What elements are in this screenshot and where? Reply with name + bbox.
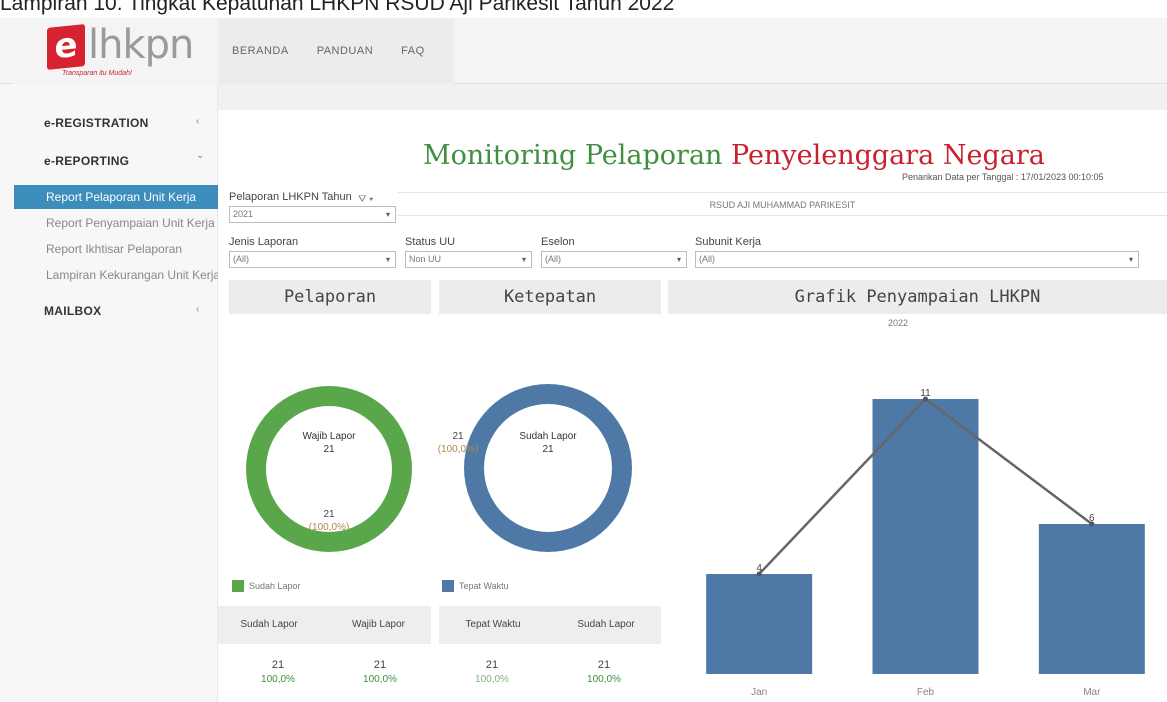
top-bar: e lhkpn Transparan itu Mudah! BERANDA PA…	[0, 18, 1167, 84]
chart-year-label: 2022	[888, 318, 909, 328]
table-header-ketepatan: Tepat Waktu Sudah Lapor	[439, 606, 661, 644]
filter-status-value: Non UU	[409, 254, 442, 264]
document-caption: Lampiran 10. Tingkat Kepatuhan LHKPN RSU…	[0, 0, 675, 15]
panel-title-ketepatan: Ketepatan	[439, 280, 661, 314]
filter-status-select[interactable]: Non UU ▾	[405, 251, 532, 268]
tick-label: Jan	[751, 687, 767, 698]
table-header-cell: Wajib Lapor	[352, 619, 405, 630]
title-part-red: Penyelenggara Negara	[731, 140, 1045, 171]
donut-pelaporan-ring-label: 21 (100,0%)	[299, 508, 359, 534]
table-value: 21	[271, 659, 285, 671]
chevron-left-icon[interactable]: ‹	[196, 116, 199, 127]
filter-eselon-value: (All)	[545, 254, 561, 264]
filter-subunit-select[interactable]: (All) ▾	[695, 251, 1139, 268]
filter-eselon-label: Eselon	[541, 236, 575, 248]
table-percent: 100,0%	[475, 674, 509, 685]
filter-tahun-value: 2021	[233, 209, 254, 219]
donut-ketepatan-ring-label: 21 (100,0%)	[430, 430, 486, 456]
table-percent: 100,0%	[587, 674, 621, 685]
filter-jenis-label: Jenis Laporan	[229, 236, 299, 248]
sidebar-item-lampiran-kekurangan[interactable]: Lampiran Kekurangan Unit Kerja	[40, 263, 218, 287]
filter-subunit-value: (All)	[699, 254, 715, 264]
legend-swatch-blue	[442, 580, 454, 592]
filter-status-label: Status UU	[405, 236, 456, 248]
tick-label: Mar	[1083, 687, 1101, 698]
trend-point-jan	[756, 571, 762, 577]
table-header-cell: Sudah Lapor	[240, 619, 298, 630]
main-nav: BERANDA PANDUAN FAQ	[218, 18, 454, 84]
filter-eselon-select[interactable]: (All) ▾	[541, 251, 687, 268]
content-header-strip	[218, 84, 1167, 110]
trend-point-feb	[923, 396, 928, 402]
dashboard-title: Monitoring Pelaporan Penyelenggara Negar…	[423, 140, 1045, 171]
ring-percent: (100,0%)	[437, 444, 479, 455]
nav-beranda[interactable]: BERANDA	[232, 45, 289, 57]
legend-sudah-lapor: Sudah Lapor	[249, 581, 301, 591]
bar-feb[interactable]	[872, 399, 979, 674]
nav-faq[interactable]: FAQ	[401, 45, 425, 57]
legend-swatch-green	[232, 580, 244, 592]
logo-wordmark: lhkpn	[88, 22, 194, 68]
tick-label: Feb	[917, 687, 935, 698]
dropdown-arrow-icon: ▾	[385, 255, 390, 264]
sidebar-section-mailbox[interactable]: MAILBOX	[44, 304, 101, 318]
table-percent: 100,0%	[363, 674, 397, 685]
table-value: 21	[485, 659, 499, 671]
legend-tepat-waktu: Tepat Waktu	[459, 581, 509, 591]
ring-value: 21	[323, 509, 335, 520]
logo-tagline: Transparan itu Mudah!	[62, 70, 132, 77]
table-value: 21	[597, 659, 611, 671]
unit-name-banner: RSUD AJI MUHAMMAD PARIKESIT	[398, 192, 1167, 216]
sidebar: e-REGISTRATION ‹ e-REPORTING ⌄ Report Pe…	[0, 84, 218, 702]
filter-jenis-select[interactable]: (All) ▾	[229, 251, 396, 268]
sidebar-section-e-reporting[interactable]: e-REPORTING	[44, 154, 129, 168]
data-pull-date: Penarikan Data per Tanggal : 17/01/2023 …	[902, 172, 1104, 182]
filter-subunit-label: Subunit Kerja	[695, 236, 762, 248]
bar-mar[interactable]	[1038, 524, 1145, 674]
table-header-cell: Sudah Lapor	[577, 619, 635, 630]
logo-e-mark: e	[47, 24, 85, 70]
sidebar-item-report-penyampaian[interactable]: Report Penyampaian Unit Kerja	[40, 211, 218, 235]
dropdown-arrow-icon: ▾	[676, 255, 681, 264]
sidebar-section-e-registration[interactable]: e-REGISTRATION	[44, 116, 149, 130]
dropdown-arrow-icon: ▾	[521, 255, 526, 264]
sidebar-item-report-ikhtisar[interactable]: Report Ikhtisar Pelaporan	[40, 237, 218, 261]
filter-icon[interactable]: ⛛ ▾	[358, 194, 373, 205]
chevron-down-icon[interactable]: ⌄	[196, 150, 204, 161]
donut-center-label: Wajib Lapor	[302, 431, 356, 442]
title-part-green: Monitoring Pelaporan	[423, 140, 723, 171]
nav-panduan[interactable]: PANDUAN	[317, 45, 373, 57]
elhkpn-logo[interactable]: e lhkpn Transparan itu Mudah!	[14, 18, 218, 84]
chevron-left-icon[interactable]: ‹	[196, 304, 199, 315]
ring-value: 21	[452, 431, 464, 442]
bar-jan[interactable]	[706, 574, 813, 674]
dropdown-arrow-icon: ▾	[1128, 255, 1133, 264]
donut-pelaporan-center: Wajib Lapor 21	[279, 430, 379, 456]
donut-center-value: 21	[323, 444, 335, 455]
donut-ketepatan-center: Sudah Lapor 21	[498, 430, 598, 456]
table-header-cell: Tepat Waktu	[465, 619, 521, 630]
donut-ketepatan-hole	[484, 404, 612, 532]
table-percent: 100,0%	[261, 674, 295, 685]
donut-center-value: 21	[542, 444, 554, 455]
panel-title-grafik: Grafik Penyampaian LHKPN	[668, 280, 1167, 314]
table-value: 21	[373, 659, 387, 671]
sidebar-item-report-pelaporan[interactable]: Report Pelaporan Unit Kerja	[14, 185, 218, 209]
trend-point-mar	[1089, 521, 1095, 527]
table-header-pelaporan: Sudah Lapor Wajib Lapor	[218, 606, 431, 644]
donut-center-label: Sudah Lapor	[519, 431, 577, 442]
panel-title-pelaporan: Pelaporan	[229, 280, 431, 314]
filter-jenis-value: (All)	[233, 254, 249, 264]
bar-chart-penyampaian: 4Jan11Feb6Mar	[706, 388, 1145, 698]
dashboard-content: Monitoring Pelaporan Penyelenggara Negar…	[218, 84, 1167, 702]
dropdown-arrow-icon: ▾	[385, 210, 390, 219]
filter-tahun-label: Pelaporan LHKPN Tahun	[229, 191, 352, 203]
filter-tahun-select[interactable]: 2021 ▾	[229, 206, 396, 223]
ring-percent: (100,0%)	[308, 522, 350, 533]
